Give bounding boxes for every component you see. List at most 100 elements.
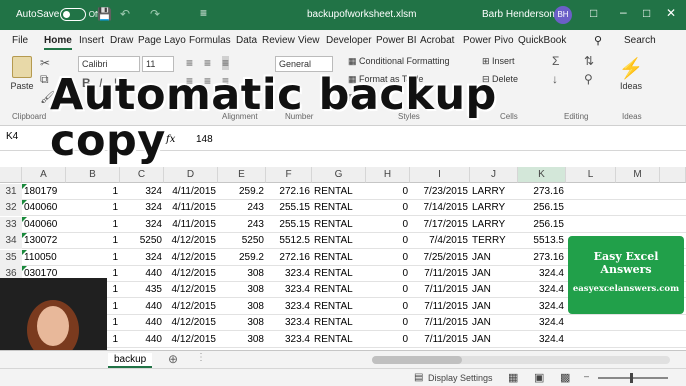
add-sheet-icon[interactable]: ⊕ [168, 352, 178, 366]
cell-g[interactable]: RENTAL [314, 202, 364, 213]
redo-icon[interactable]: ↷ [150, 7, 160, 21]
column-header-k[interactable]: K [518, 167, 566, 183]
page-layout-view-icon[interactable]: ▣ [534, 371, 544, 384]
cell-f[interactable]: 323.4 [266, 268, 310, 279]
cell-c[interactable]: 324 [120, 252, 162, 263]
error-indicator-icon[interactable] [22, 266, 27, 271]
cell-k[interactable]: 5513.5 [518, 235, 564, 246]
cell-e[interactable]: 5250 [218, 235, 264, 246]
cell-f[interactable]: 272.16 [266, 186, 310, 197]
tab-acrobat[interactable]: Acrobat [420, 35, 454, 46]
tab-draw[interactable]: Draw [110, 35, 133, 46]
column-header-f[interactable]: F [266, 167, 312, 183]
customize-toolbar-icon[interactable]: ≡ [200, 6, 207, 20]
cell-h[interactable]: 0 [366, 252, 408, 263]
cell-e[interactable]: 259.2 [218, 186, 264, 197]
cell-g[interactable]: RENTAL [314, 268, 364, 279]
cell-d[interactable]: 4/12/2015 [164, 317, 217, 328]
display-settings-button[interactable]: Display Settings [428, 373, 493, 383]
cell-h[interactable]: 0 [366, 284, 408, 295]
conditional-formatting-button[interactable]: ▦ Conditional Formatting [348, 56, 450, 67]
cell-h[interactable]: 0 [366, 268, 408, 279]
cell-k[interactable]: 324.4 [518, 334, 564, 345]
error-indicator-icon[interactable] [22, 233, 27, 239]
cell-a[interactable]: 040060 [24, 202, 64, 213]
cell-k[interactable]: 273.16 [518, 186, 564, 197]
paste-button[interactable]: Paste [8, 56, 36, 100]
error-indicator-icon[interactable] [22, 216, 27, 222]
cell-k[interactable]: 324.4 [518, 268, 564, 279]
cell-g[interactable]: RENTAL [314, 235, 364, 246]
cell-a[interactable]: 130072 [24, 235, 64, 246]
cell-j[interactable]: LARRY [472, 186, 516, 197]
cell-b[interactable]: 1 [66, 219, 118, 230]
error-indicator-icon[interactable] [22, 200, 27, 206]
cell-i[interactable]: 7/11/2015 [410, 284, 468, 295]
tab-power-bi[interactable]: Power BI [376, 35, 417, 46]
cell-b[interactable]: 1 [66, 235, 118, 246]
cell-g[interactable]: RENTAL [314, 301, 364, 312]
cell-c[interactable]: 440 [120, 334, 162, 345]
tab-review[interactable]: Review [262, 35, 295, 46]
cell-c[interactable]: 435 [120, 284, 162, 295]
cell-a[interactable]: 110050 [24, 252, 64, 263]
zoom-out-icon[interactable]: – [584, 371, 589, 381]
cell-c[interactable]: 324 [120, 186, 162, 197]
column-header-b[interactable]: B [66, 167, 120, 183]
sheet-tab-backup[interactable]: backup [108, 353, 153, 368]
row-number[interactable]: 33 [0, 216, 22, 233]
cell-e[interactable]: 308 [218, 317, 264, 328]
cell-g[interactable]: RENTAL [314, 334, 364, 345]
cell-f[interactable]: 323.4 [266, 317, 310, 328]
save-icon[interactable]: 💾 [97, 7, 112, 21]
ribbon-display-icon[interactable]: □ [590, 6, 597, 20]
tab-page-layout[interactable]: Page Layo [138, 35, 186, 46]
cell-d[interactable]: 4/12/2015 [164, 268, 217, 279]
cell-f[interactable]: 323.4 [266, 284, 310, 295]
column-header-h[interactable]: H [366, 167, 410, 183]
cell-a[interactable]: 040060 [24, 219, 64, 230]
cell-j[interactable]: JAN [472, 301, 516, 312]
cell-e[interactable]: 308 [218, 334, 264, 345]
cell-g[interactable]: RENTAL [314, 317, 364, 328]
cell-h[interactable]: 0 [366, 202, 408, 213]
cell-i[interactable]: 7/25/2015 [410, 252, 469, 263]
cell-i[interactable]: 7/4/2015 [410, 235, 468, 246]
cell-k[interactable]: 324.4 [518, 284, 564, 295]
cell-b[interactable]: 1 [66, 252, 118, 263]
cell-h[interactable]: 0 [366, 219, 408, 230]
cell-f[interactable]: 272.16 [266, 252, 310, 263]
cell-d[interactable]: 4/11/2015 [164, 219, 216, 230]
tab-home[interactable]: Home [44, 35, 72, 50]
zoom-slider-thumb[interactable] [630, 373, 633, 383]
cell-j[interactable]: LARRY [472, 202, 516, 213]
normal-view-icon[interactable]: ▦ [508, 371, 518, 384]
cell-h[interactable]: 0 [366, 235, 408, 246]
cell-c[interactable]: 440 [120, 317, 162, 328]
tab-data[interactable]: Data [236, 35, 257, 46]
autosave-toggle[interactable]: Off [60, 8, 99, 21]
search-label[interactable]: Search [624, 35, 656, 46]
row-number[interactable]: 31 [0, 184, 22, 200]
tab-file[interactable]: File [12, 35, 28, 46]
cell-c[interactable]: 440 [120, 268, 162, 279]
cell-i[interactable]: 7/17/2015 [410, 219, 469, 230]
tab-power-pivot[interactable]: Power Pivo [463, 35, 514, 46]
cell-g[interactable]: RENTAL [314, 219, 364, 230]
cell-c[interactable]: 5250 [120, 235, 162, 246]
cell-b[interactable]: 1 [66, 202, 118, 213]
cell-h[interactable]: 0 [366, 301, 408, 312]
cell-e[interactable]: 308 [218, 268, 264, 279]
cell-i[interactable]: 7/11/2015 [410, 301, 468, 312]
cell-h[interactable]: 0 [366, 186, 408, 197]
cell-j[interactable]: JAN [472, 317, 516, 328]
tab-developer[interactable]: Developer [326, 35, 372, 46]
error-indicator-icon[interactable] [22, 184, 27, 189]
cell-f[interactable]: 323.4 [266, 301, 310, 312]
user-avatar[interactable]: BH [554, 6, 572, 24]
cell-k[interactable]: 273.16 [518, 252, 564, 263]
cell-g[interactable]: RENTAL [314, 252, 364, 263]
search-icon[interactable]: ⚲ [594, 34, 602, 47]
cell-d[interactable]: 4/12/2015 [164, 284, 217, 295]
align-bottom-icon[interactable]: ≡ [222, 56, 230, 70]
